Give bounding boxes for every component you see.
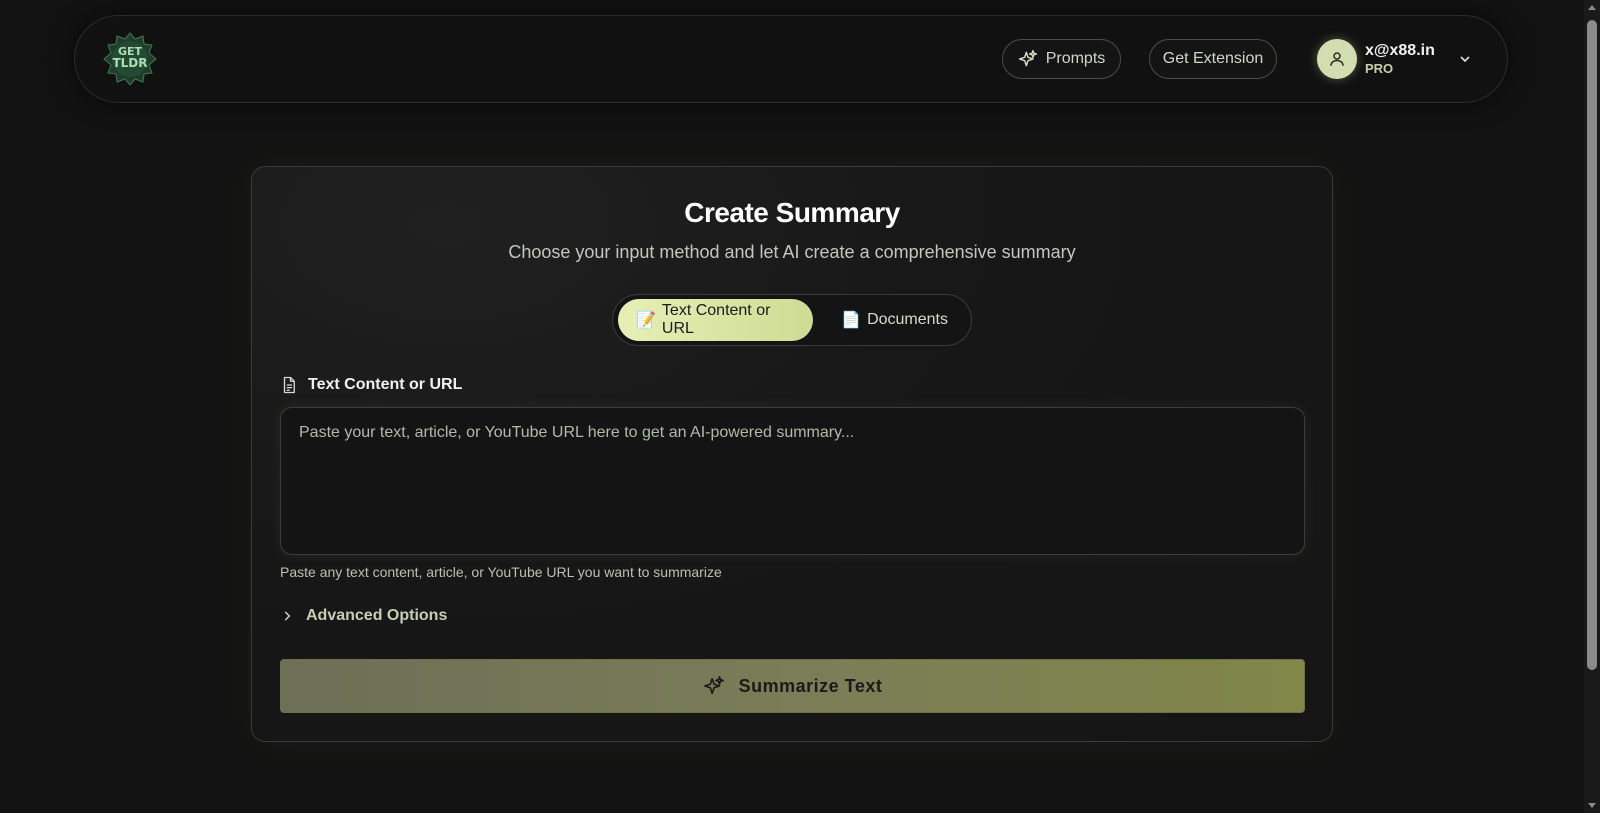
- summarize-button[interactable]: Summarize Text: [280, 659, 1305, 713]
- page-icon: 📄: [841, 312, 862, 329]
- chevron-right-icon: [284, 611, 291, 621]
- advanced-options-toggle[interactable]: Advanced Options: [280, 607, 447, 625]
- tab-text-content[interactable]: 📝 Text Content or URL: [618, 299, 814, 341]
- page: GET TLDR Prompts Get Extension x@x88.in: [0, 0, 1600, 813]
- create-summary-card: Create Summary Choose your input method …: [251, 166, 1333, 742]
- tab-documents-label: Documents: [867, 311, 948, 328]
- svg-text:TLDR: TLDR: [112, 56, 147, 70]
- text-content-label: Text Content or URL: [280, 376, 462, 394]
- sparkles-icon: [1018, 49, 1037, 67]
- user-menu[interactable]: x@x88.in PRO: [1317, 38, 1473, 80]
- avatar: [1317, 39, 1357, 79]
- get-extension-button[interactable]: Get Extension: [1149, 39, 1277, 79]
- sparkles-icon: [703, 676, 724, 695]
- top-nav: GET TLDR Prompts Get Extension x@x88.in: [74, 15, 1508, 103]
- user-menu-toggle[interactable]: [1457, 51, 1473, 67]
- prompts-label: Prompts: [1045, 50, 1106, 67]
- text-content-label-text: Text Content or URL: [308, 376, 463, 393]
- user-email: x@x88.in: [1365, 42, 1435, 59]
- tab-documents[interactable]: 📄 Documents: [823, 299, 966, 341]
- helper-text: Paste any text content, article, or YouT…: [280, 564, 722, 580]
- get-extension-label: Get Extension: [1162, 50, 1264, 67]
- document-icon: [283, 376, 295, 394]
- memo-icon: 📝: [636, 312, 656, 329]
- text-content-input[interactable]: [280, 407, 1305, 555]
- tab-text-content-label: Text Content or URL: [661, 302, 771, 337]
- user-plan-badge: PRO: [1365, 61, 1394, 76]
- page-scrollbar[interactable]: [1584, 0, 1600, 813]
- prompts-button[interactable]: Prompts: [1002, 39, 1121, 79]
- chevron-down-icon: [1460, 56, 1470, 63]
- scroll-thumb[interactable]: [1587, 20, 1597, 670]
- page-subtitle: Choose your input method and let AI crea…: [508, 242, 1076, 262]
- scroll-up-icon[interactable]: [1588, 5, 1596, 10]
- user-icon: [1330, 52, 1344, 66]
- scroll-down-icon[interactable]: [1588, 803, 1596, 808]
- advanced-options-label: Advanced Options: [306, 607, 448, 624]
- get-tldr-logo[interactable]: GET TLDR: [103, 32, 157, 86]
- summarize-button-label: Summarize Text: [738, 675, 883, 696]
- input-method-tabs: 📝 Text Content or URL 📄 Documents: [612, 294, 972, 346]
- page-title: Create Summary: [684, 197, 900, 228]
